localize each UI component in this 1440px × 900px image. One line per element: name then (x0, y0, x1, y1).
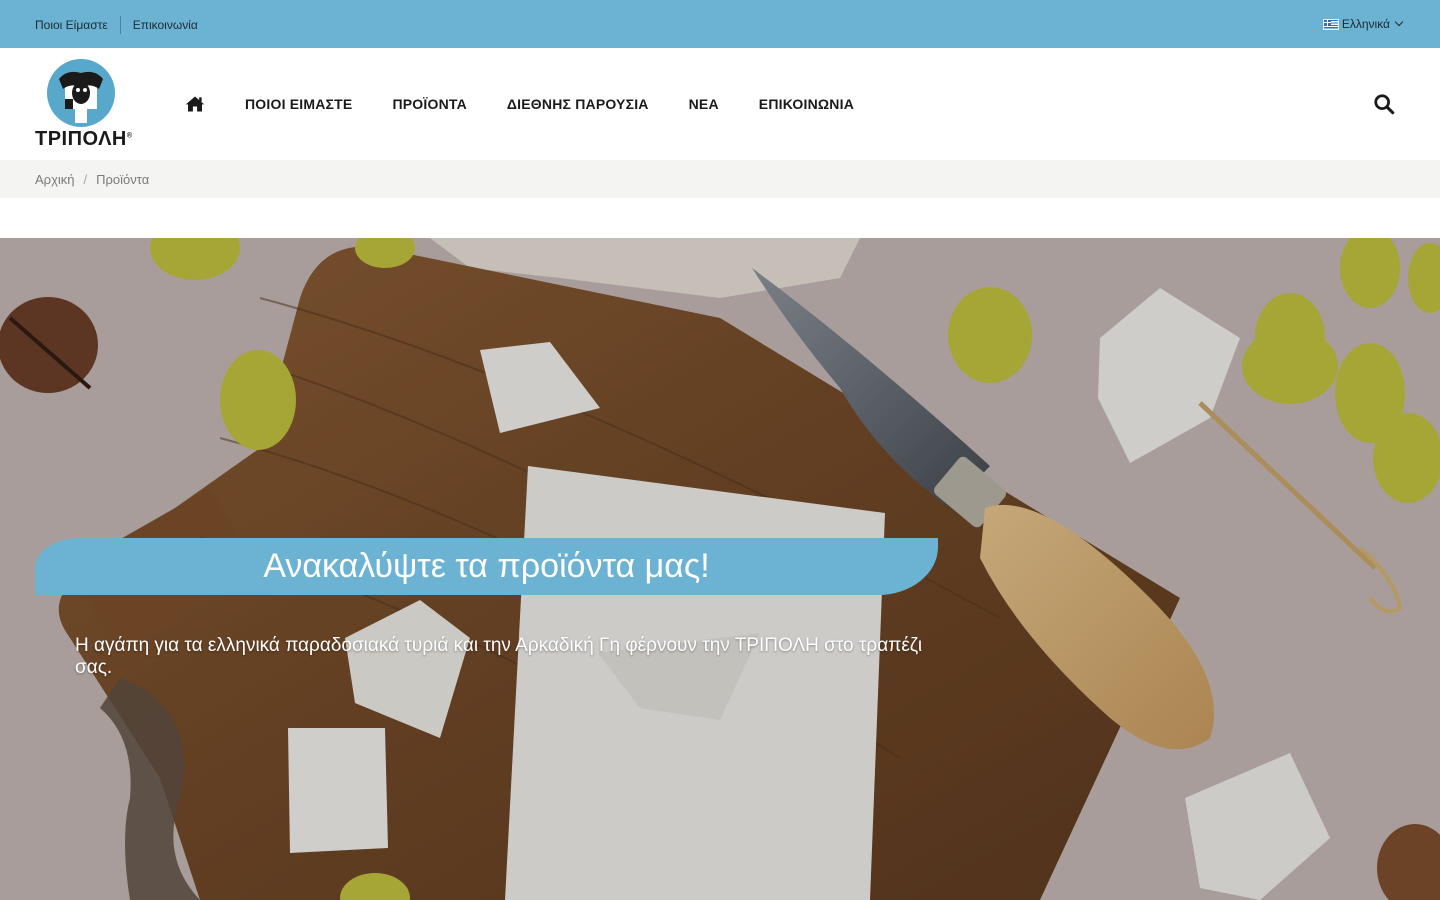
nav-item-products[interactable]: ΠΡΟΪΟΝΤΑ (392, 96, 466, 112)
hero-title: Ανακαλύψτε τα προϊόντα μας! (263, 547, 710, 585)
main-navigation: ΠΟΙΟΙ ΕΙΜΑΣΤΕ ΠΡΟΪΟΝΤΑ ΔΙΕΘΝΗΣ ΠΑΡΟΥΣΙΑ … (185, 94, 894, 114)
nav-item-international[interactable]: ΔΙΕΘΝΗΣ ΠΑΡΟΥΣΙΑ (507, 96, 649, 112)
site-logo[interactable]: ΤΡΙΠΟΛΗ® (35, 57, 135, 153)
top-links: Ποιοι Είμαστε Επικοινωνία (35, 16, 198, 34)
nav-item-about[interactable]: ΠΟΙΟΙ ΕΙΜΑΣΤΕ (245, 96, 352, 112)
nav-item-contact[interactable]: ΕΠΙΚΟΙΝΩΝΙΑ (759, 96, 854, 112)
nav-item-news[interactable]: ΝΕΑ (689, 96, 719, 112)
hero-description: Η αγάπη για τα ελληνικά παραδοσιακά τυρι… (75, 635, 923, 678)
chevron-down-icon (1394, 17, 1404, 27)
hero-section: Ανακαλύψτε τα προϊόντα μας! Η αγάπη για … (0, 238, 1440, 900)
logo-emblem (47, 59, 115, 127)
breadcrumb-home[interactable]: Αρχική (35, 172, 75, 187)
top-bar: Ποιοι Είμαστε Επικοινωνία Ελληνικά (0, 0, 1440, 48)
site-header: ΤΡΙΠΟΛΗ® ΠΟΙΟΙ ΕΙΜΑΣΤΕ ΠΡΟΪΟΝΤΑ ΔΙΕΘΝΗΣ … (0, 48, 1440, 160)
greek-flag-icon (1322, 18, 1339, 30)
hero-title-banner: Ανακαλύψτε τα προϊόντα μας! (35, 538, 938, 595)
breadcrumb-bar: Αρχική / Προϊόντα (0, 160, 1440, 198)
language-selector[interactable]: Ελληνικά (1322, 17, 1404, 31)
home-icon[interactable] (185, 94, 205, 114)
breadcrumb-separator: / (83, 172, 88, 187)
logo-wordmark: ΤΡΙΠΟΛΗ® (35, 128, 133, 150)
top-link-about[interactable]: Ποιοι Είμαστε (35, 18, 108, 32)
search-icon[interactable] (1373, 93, 1395, 115)
breadcrumb: Αρχική / Προϊόντα (35, 172, 149, 187)
top-link-contact[interactable]: Επικοινωνία (133, 18, 198, 32)
top-link-divider (119, 16, 121, 34)
language-label: Ελληνικά (1341, 17, 1390, 31)
breadcrumb-current: Προϊόντα (96, 172, 150, 187)
